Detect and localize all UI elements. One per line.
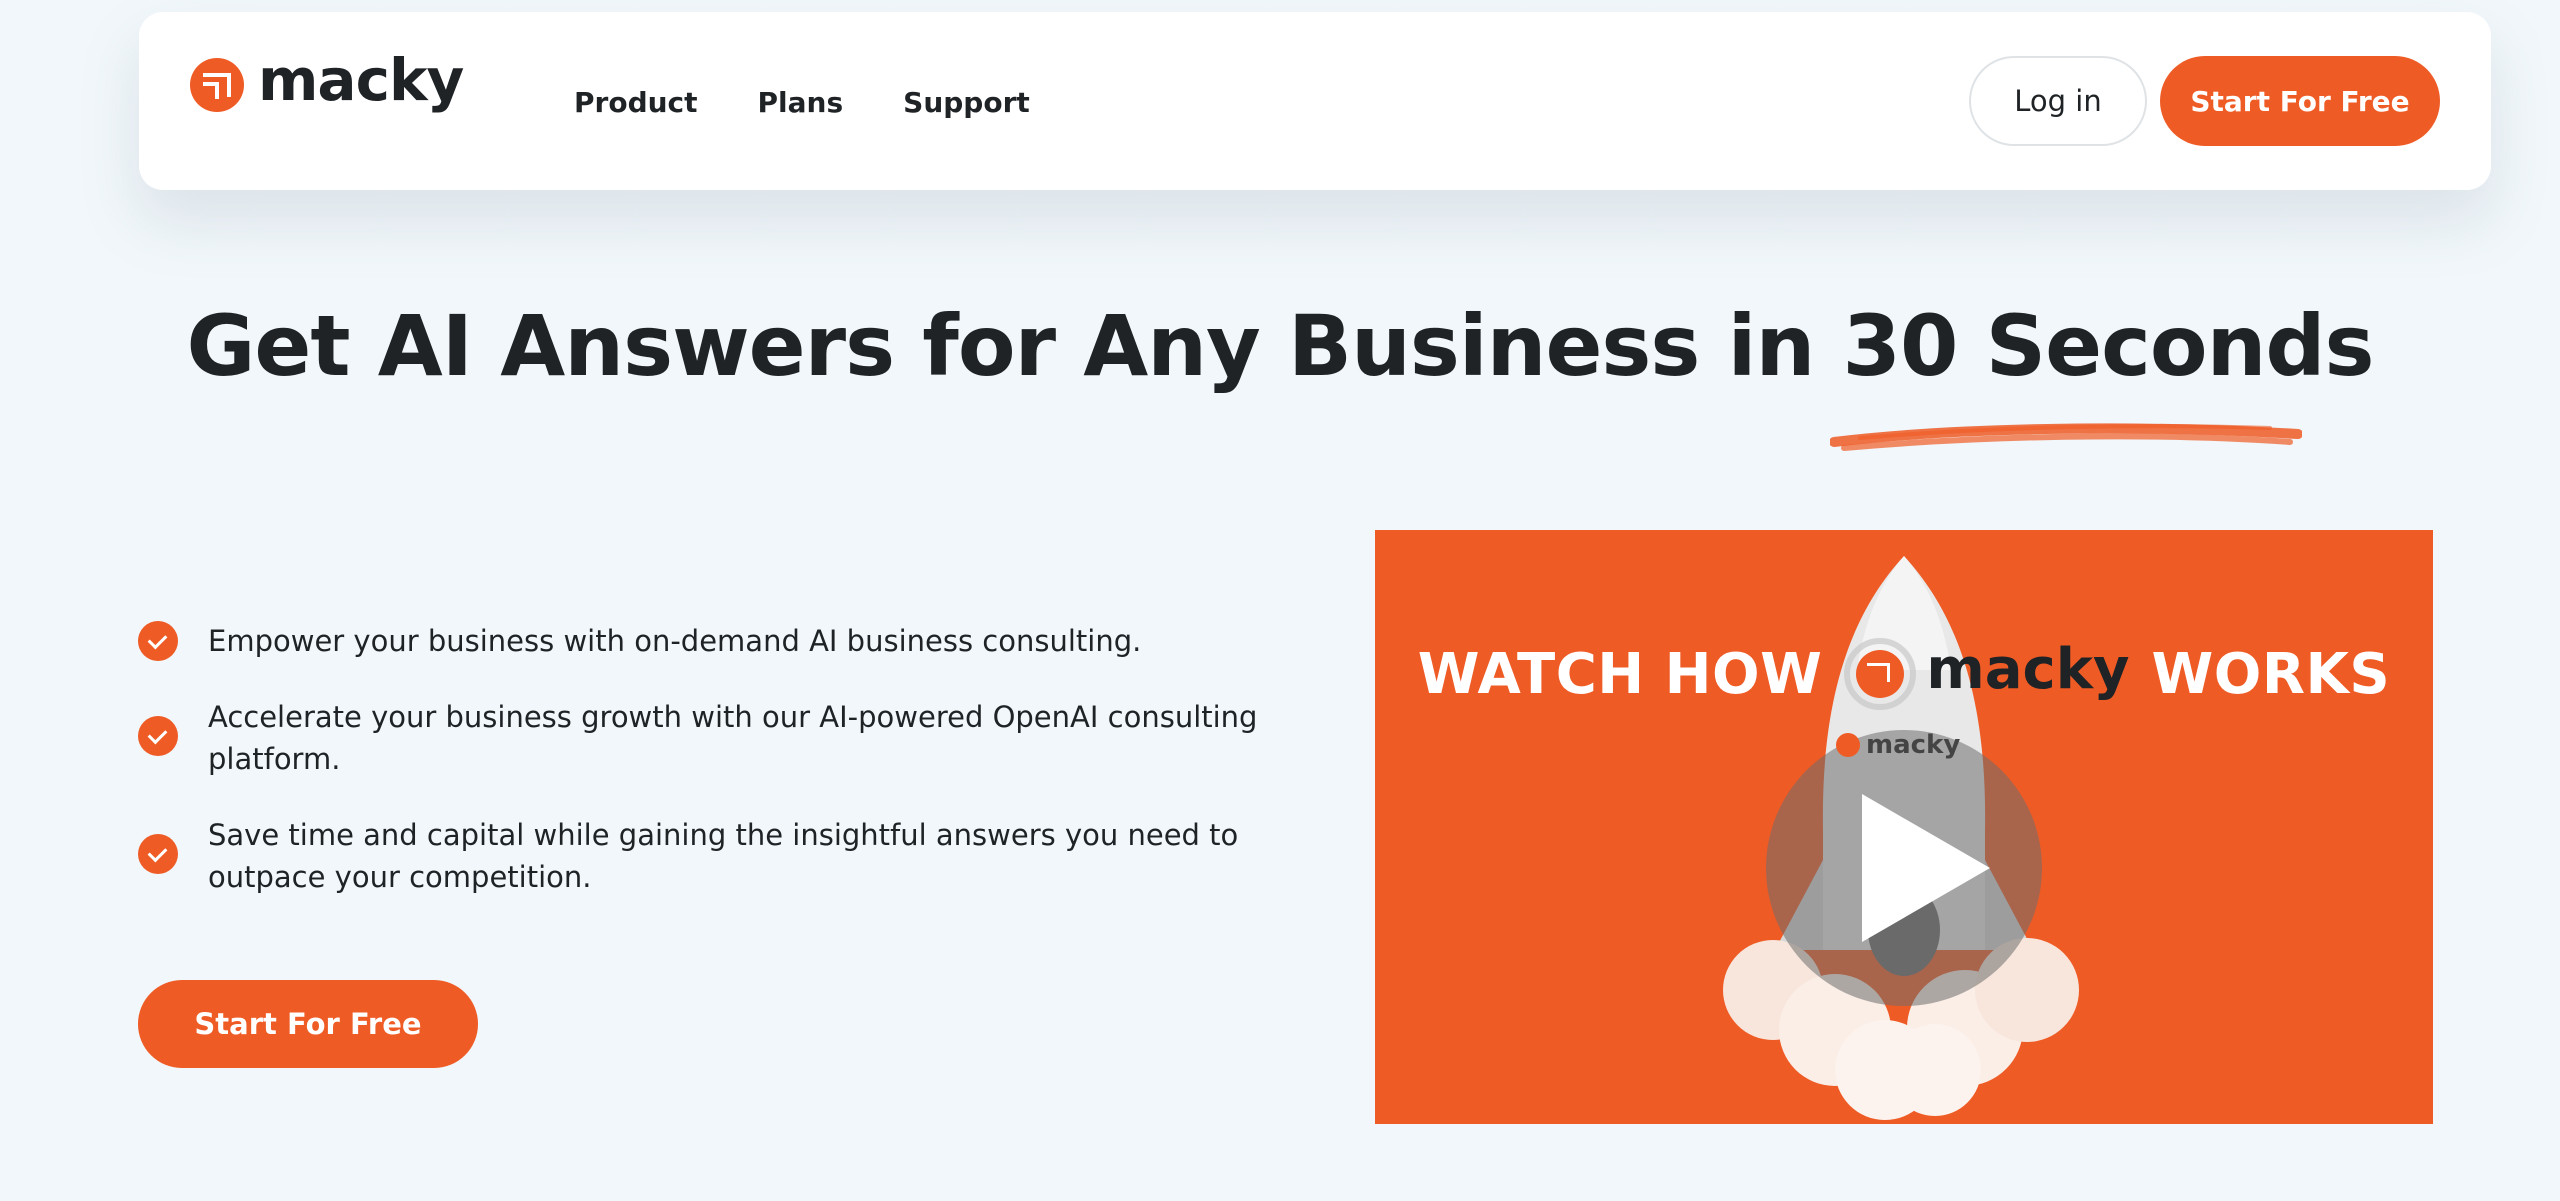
feature-text: Empower your business with on-demand AI … bbox=[208, 624, 1142, 658]
nav-link-plans[interactable]: Plans bbox=[758, 86, 844, 119]
play-icon bbox=[1862, 794, 1990, 942]
checkmark-icon bbox=[138, 716, 178, 756]
video-title-right: WORKS bbox=[2151, 641, 2391, 707]
start-free-hero-button[interactable]: Start For Free bbox=[138, 980, 478, 1068]
title-underline-decoration bbox=[1830, 423, 2302, 451]
video-title-brand: macky bbox=[1844, 636, 2130, 710]
feature-text: Save time and capital while gaining the … bbox=[208, 818, 1239, 894]
video-brand-text: macky bbox=[1926, 636, 2130, 702]
main-nav: Product Plans Support bbox=[574, 86, 1030, 119]
rocket-brand-text: macky bbox=[1866, 730, 1961, 760]
feature-text: Accelerate your business growth with our… bbox=[208, 700, 1258, 776]
hero-title: Get AI Answers for Any Business in 30 Se… bbox=[186, 297, 2374, 395]
start-free-header-button[interactable]: Start For Free bbox=[2160, 56, 2440, 146]
macky-logo-icon bbox=[1836, 733, 1860, 757]
macky-logo-icon bbox=[1844, 638, 1917, 710]
macky-logo-icon bbox=[190, 58, 244, 112]
video-title: WATCH HOW macky WORKS bbox=[1375, 636, 2433, 710]
top-navbar: macky Product Plans Support Log in Start… bbox=[139, 12, 2491, 190]
feature-item: Empower your business with on-demand AI … bbox=[138, 620, 1278, 662]
brand-name: macky bbox=[258, 46, 464, 114]
rocket-brand-label: macky bbox=[1836, 730, 1960, 760]
brand-logo[interactable]: macky bbox=[190, 51, 464, 112]
nav-link-support[interactable]: Support bbox=[903, 86, 1030, 119]
login-button[interactable]: Log in bbox=[1969, 56, 2147, 146]
feature-list: Empower your business with on-demand AI … bbox=[138, 620, 1278, 932]
video-player[interactable]: WATCH HOW macky WORKS macky bbox=[1375, 530, 2433, 1124]
nav-link-product[interactable]: Product bbox=[574, 86, 698, 119]
checkmark-icon bbox=[138, 621, 178, 661]
feature-item: Accelerate your business growth with our… bbox=[138, 696, 1278, 780]
play-button[interactable] bbox=[1766, 730, 2042, 1006]
checkmark-icon bbox=[138, 834, 178, 874]
feature-item: Save time and capital while gaining the … bbox=[138, 814, 1278, 898]
video-title-left: WATCH HOW bbox=[1417, 641, 1823, 707]
